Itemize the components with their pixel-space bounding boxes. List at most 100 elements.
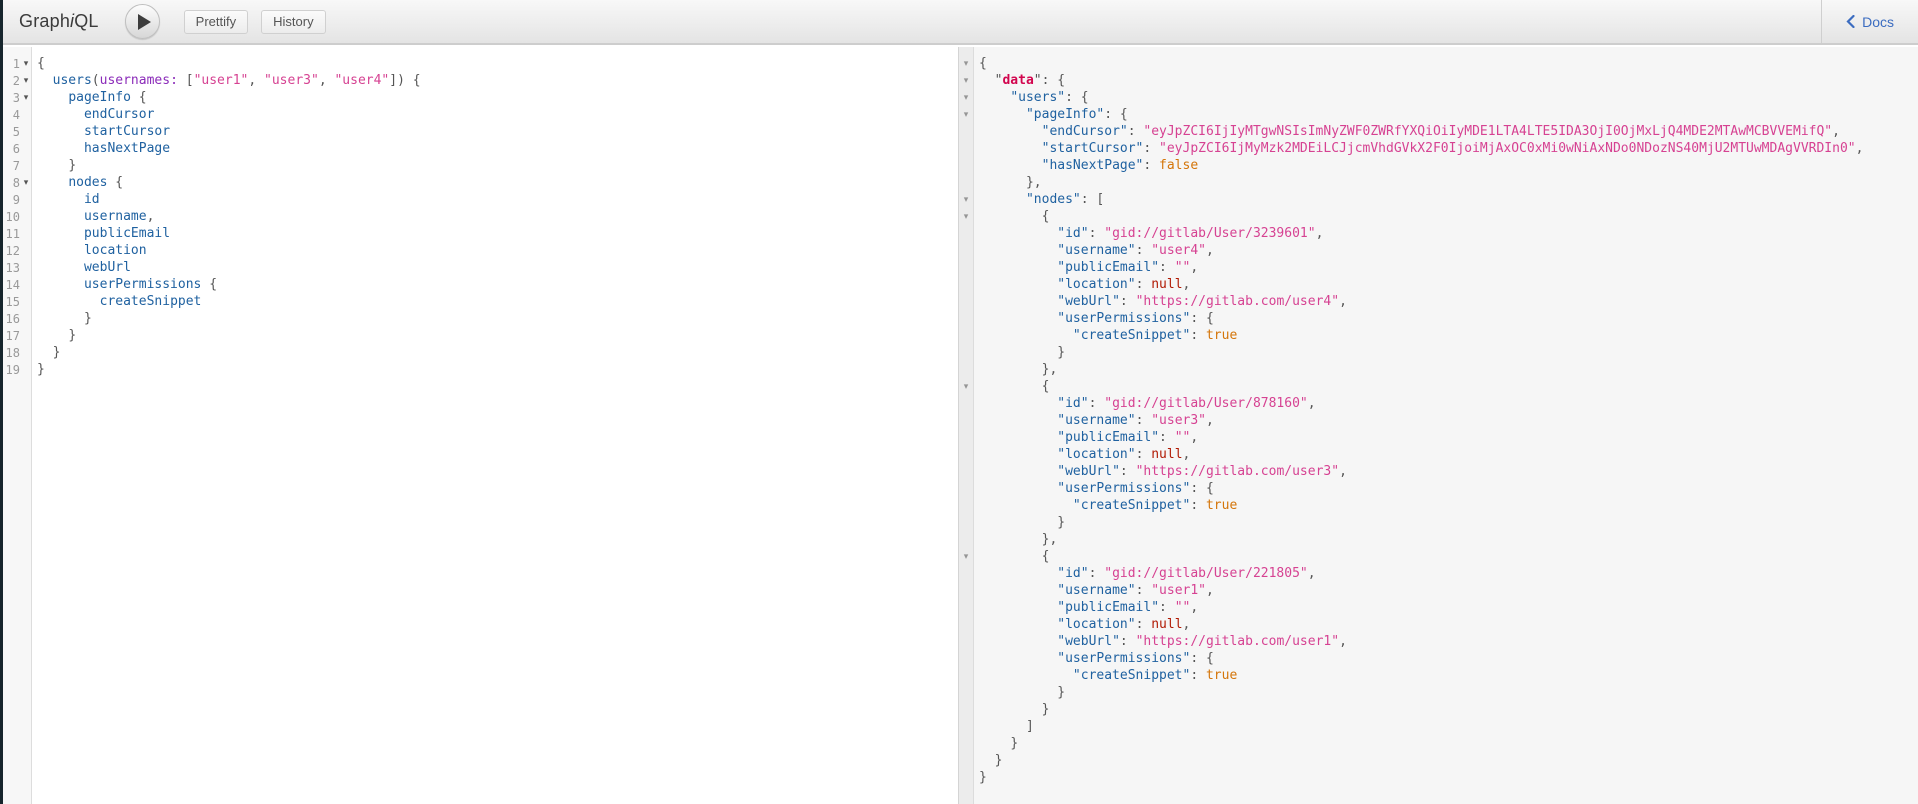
gutter-row — [959, 140, 973, 157]
gutter-row: ▾ — [959, 89, 973, 106]
gutter-row: ▾ — [959, 55, 973, 72]
gutter-row: 14 — [3, 276, 31, 293]
line-number: 6 — [3, 142, 21, 156]
execute-query-button[interactable] — [125, 4, 160, 39]
code-line: }, — [979, 531, 1914, 548]
fold-arrow-icon[interactable]: ▾ — [21, 174, 31, 191]
line-number: 14 — [3, 278, 21, 292]
gutter-row: 2▾ — [3, 72, 31, 89]
gutter-row — [959, 344, 973, 361]
code-line: }, — [979, 174, 1914, 191]
gutter-row: 17 — [3, 327, 31, 344]
gutter-row — [959, 650, 973, 667]
fold-arrow-icon[interactable]: ▾ — [959, 72, 973, 89]
line-number: 10 — [3, 210, 21, 224]
line-number: 7 — [3, 159, 21, 173]
gutter-row — [959, 225, 973, 242]
fold-arrow-icon[interactable]: ▾ — [959, 208, 973, 225]
code-line: { — [37, 55, 954, 72]
code-line: { — [979, 208, 1914, 225]
gutter-row — [959, 259, 973, 276]
gutter-row — [959, 599, 973, 616]
code-line: ] — [979, 718, 1914, 735]
gutter-row — [959, 395, 973, 412]
query-editor-input[interactable]: { users(usernames: ["user1", "user3", "u… — [32, 47, 958, 804]
query-editor-pane: 1▾2▾3▾45678▾910111213141516171819 { user… — [3, 47, 958, 804]
code-line: "createSnippet": true — [979, 327, 1914, 344]
code-line: createSnippet — [37, 293, 954, 310]
code-line: "location": null, — [979, 446, 1914, 463]
fold-arrow-icon[interactable]: ▾ — [21, 72, 31, 89]
code-line: "location": null, — [979, 276, 1914, 293]
gutter-row: 8▾ — [3, 174, 31, 191]
code-line: } — [37, 327, 954, 344]
gutter-row — [959, 412, 973, 429]
gutter-row — [959, 718, 973, 735]
gutter-row: 10 — [3, 208, 31, 225]
window-edge-strip — [0, 0, 3, 804]
fold-arrow-icon[interactable]: ▾ — [21, 89, 31, 106]
code-line: "data": { — [979, 72, 1914, 89]
gutter-row — [959, 497, 973, 514]
gutter-row — [959, 531, 973, 548]
gutter-row — [959, 463, 973, 480]
fold-arrow-icon[interactable]: ▾ — [959, 106, 973, 123]
gutter-row: 9 — [3, 191, 31, 208]
fold-arrow-icon[interactable]: ▾ — [959, 191, 973, 208]
fold-arrow-icon[interactable]: ▾ — [959, 89, 973, 106]
gutter-row: ▾ — [959, 548, 973, 565]
code-line: } — [37, 157, 954, 174]
result-viewer: { "data": { "users": { "pageInfo": { "en… — [974, 47, 1918, 804]
gutter-row — [959, 684, 973, 701]
gutter-row — [959, 123, 973, 140]
code-line: } — [979, 514, 1914, 531]
code-line: users(usernames: ["user1", "user3", "use… — [37, 72, 954, 89]
fold-arrow-icon[interactable]: ▾ — [959, 548, 973, 565]
history-button[interactable]: History — [261, 10, 325, 34]
gutter-row — [959, 514, 973, 531]
fold-arrow-icon[interactable]: ▾ — [959, 378, 973, 395]
code-line: "endCursor": "eyJpZCI6IjIyMTgwNSIsImNyZW… — [979, 123, 1914, 140]
code-line: pageInfo { — [37, 89, 954, 106]
code-line: }, — [979, 361, 1914, 378]
line-number: 11 — [3, 227, 21, 241]
gutter-row — [959, 174, 973, 191]
gutter-row — [959, 293, 973, 310]
code-line: } — [37, 361, 954, 378]
code-line: } — [37, 344, 954, 361]
gutter-row — [959, 157, 973, 174]
code-line: location — [37, 242, 954, 259]
fold-arrow-icon[interactable]: ▾ — [21, 55, 31, 72]
code-line: "id": "gid://gitlab/User/3239601", — [979, 225, 1914, 242]
code-line: "createSnippet": true — [979, 667, 1914, 684]
fold-arrow-icon[interactable]: ▾ — [959, 55, 973, 72]
gutter-row: 18 — [3, 344, 31, 361]
code-line: "id": "gid://gitlab/User/221805", — [979, 565, 1914, 582]
code-line: { — [979, 548, 1914, 565]
code-line: "pageInfo": { — [979, 106, 1914, 123]
play-icon — [138, 14, 151, 30]
code-line: nodes { — [37, 174, 954, 191]
code-line: } — [979, 769, 1914, 786]
code-line: "userPermissions": { — [979, 650, 1914, 667]
prettify-button[interactable]: Prettify — [184, 10, 248, 34]
result-pane: ▾▾▾▾▾▾▾▾ { "data": { "users": { "pageInf… — [958, 47, 1918, 804]
code-line: "nodes": [ — [979, 191, 1914, 208]
docs-button[interactable]: Docs — [1821, 0, 1918, 43]
docs-chevron-icon — [1846, 15, 1855, 28]
query-line-gutter: 1▾2▾3▾45678▾910111213141516171819 — [3, 47, 32, 804]
code-line: "username": "user1", — [979, 582, 1914, 599]
code-line: startCursor — [37, 123, 954, 140]
gutter-row — [959, 582, 973, 599]
code-line: { — [979, 378, 1914, 395]
gutter-row — [959, 310, 973, 327]
code-line: userPermissions { — [37, 276, 954, 293]
code-line: { — [979, 55, 1914, 72]
gutter-row: ▾ — [959, 208, 973, 225]
gutter-row — [959, 667, 973, 684]
gutter-row — [959, 735, 973, 752]
code-line: "createSnippet": true — [979, 497, 1914, 514]
code-line: } — [979, 701, 1914, 718]
code-line: hasNextPage — [37, 140, 954, 157]
toolbar: GraphiQL Prettify History Docs — [3, 0, 1918, 45]
